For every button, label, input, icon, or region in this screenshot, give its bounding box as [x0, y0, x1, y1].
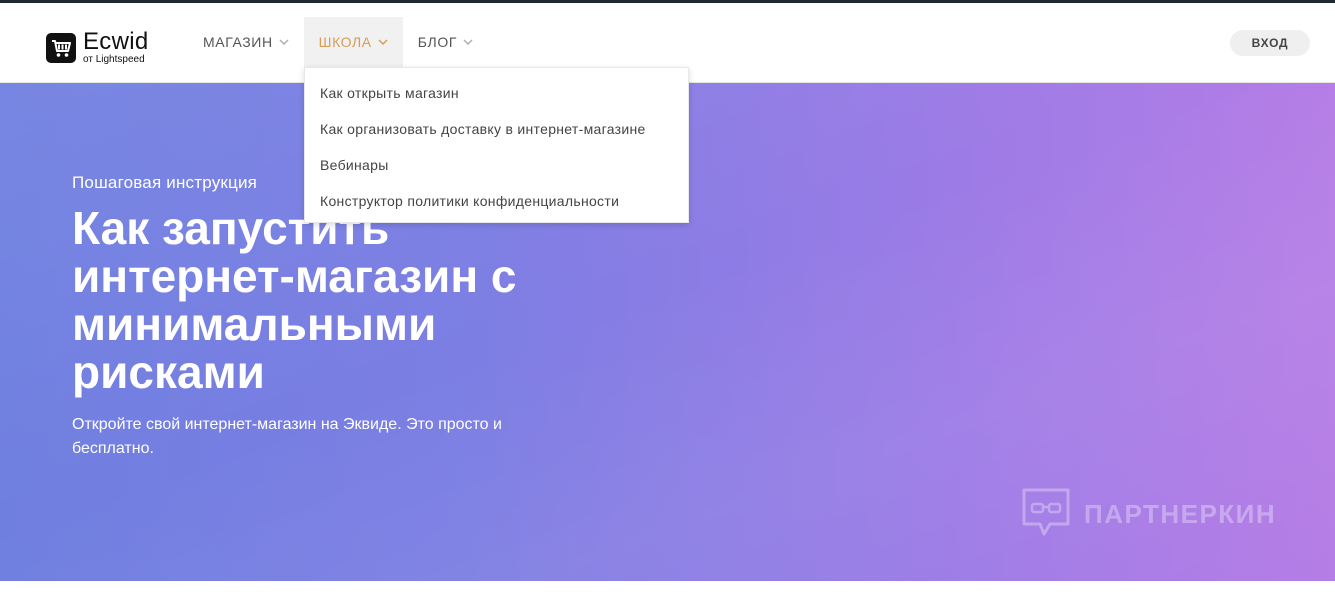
hero-eyebrow: Пошаговая инструкция: [72, 173, 258, 192]
logo-name: Ecwid: [83, 28, 149, 55]
watermark-text: ПАРТНЕРКИН: [1084, 498, 1277, 529]
chevron-down-icon: [279, 39, 289, 45]
nav-item-blog[interactable]: БЛОГ: [403, 17, 488, 67]
hero-headline: Как запустить интернет-магазин с минимал…: [72, 202, 517, 398]
logo-subtitle: от Lightspeed: [83, 54, 145, 65]
nav-item-shop[interactable]: МАГАЗИН: [188, 17, 304, 67]
cart-logo-icon: [46, 32, 76, 63]
school-dropdown-menu: Как открыть магазин Как организовать дос…: [304, 67, 689, 223]
dropdown-item-privacy-builder[interactable]: Конструктор политики конфиденциальности: [305, 183, 688, 219]
dropdown-item-webinars[interactable]: Вебинары: [305, 147, 688, 183]
main-nav: МАГАЗИН ШКОЛА БЛОГ: [188, 17, 488, 67]
nav-item-label: МАГАЗИН: [203, 34, 273, 50]
nav-item-label: ШКОЛА: [318, 34, 372, 50]
dropdown-item-open-store[interactable]: Как открыть магазин: [305, 75, 688, 111]
login-button[interactable]: ВХОД: [1230, 30, 1310, 56]
dropdown-item-delivery[interactable]: Как организовать доставку в интернет-маг…: [305, 111, 688, 147]
chevron-down-icon: [463, 39, 473, 45]
nav-item-label: БЛОГ: [417, 34, 457, 50]
chevron-down-icon: [378, 39, 388, 45]
partnerkin-watermark: ПАРТНЕРКИН: [1020, 486, 1276, 542]
nav-item-school[interactable]: ШКОЛА: [303, 17, 403, 67]
chat-bubble-icon: [1022, 488, 1070, 536]
ecwid-logo[interactable]: Ecwid от Lightspeed: [46, 30, 149, 65]
hero-subtext: Откройте свой интернет-магазин на Эквиде…: [72, 416, 502, 457]
